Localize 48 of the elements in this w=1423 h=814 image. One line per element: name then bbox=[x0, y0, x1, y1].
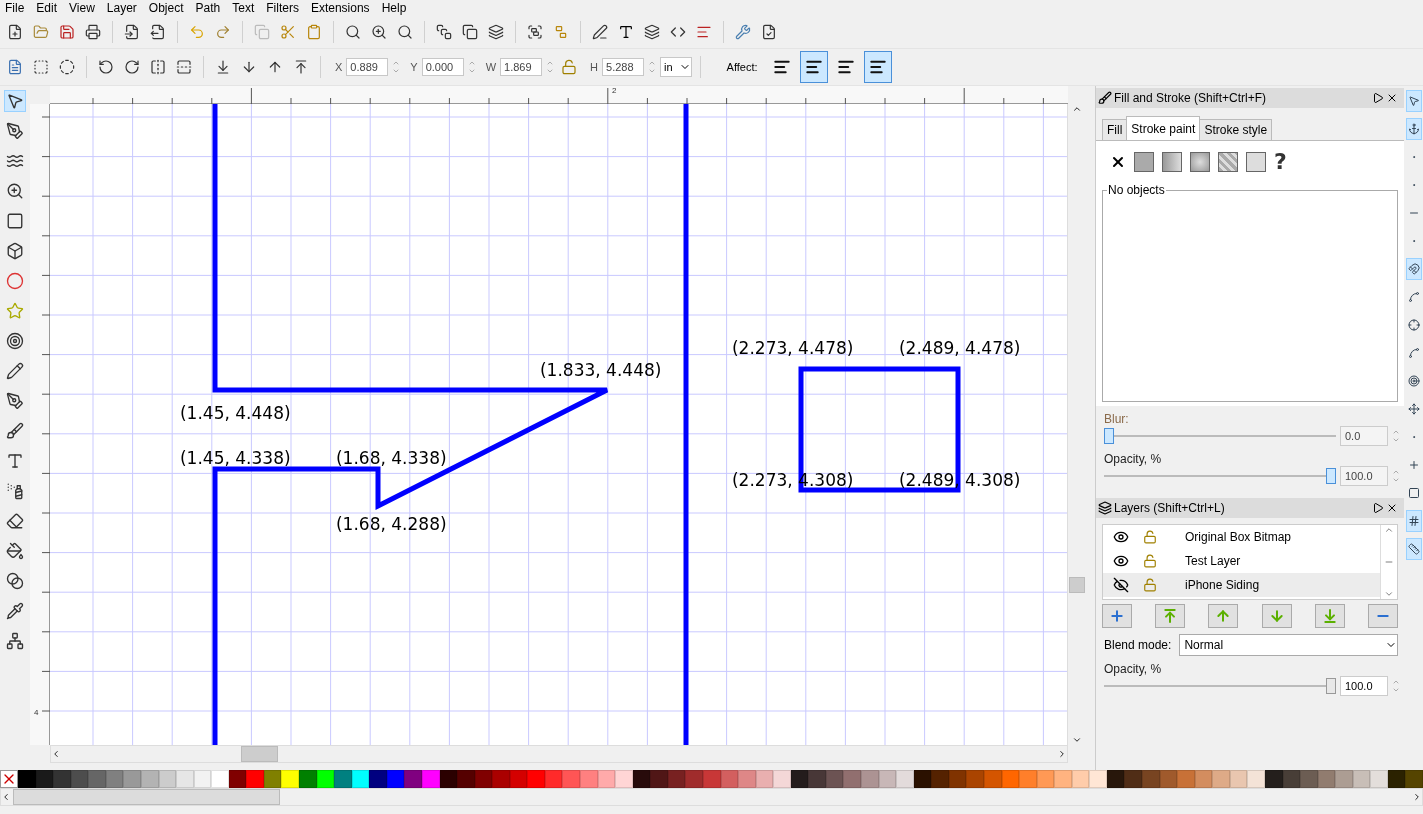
field-label: X bbox=[335, 61, 343, 73]
menu-item[interactable]: Edit bbox=[31, 0, 63, 15]
blend-label: Blend mode: bbox=[1104, 638, 1172, 652]
coordinate-label: (1.45, 4.338) bbox=[180, 448, 291, 468]
panel-title: Layers (Shift+Ctrl+L) bbox=[1114, 501, 1226, 515]
value-field[interactable]: 100.0 bbox=[1340, 676, 1388, 696]
coordinate-label: (1.68, 4.288) bbox=[336, 514, 447, 534]
tab[interactable]: Stroke style bbox=[1199, 119, 1273, 140]
menu-item[interactable]: File bbox=[0, 0, 30, 15]
menu-item[interactable]: Help bbox=[376, 0, 412, 15]
field-label: Y bbox=[410, 61, 418, 73]
layer-row[interactable]: iPhone Siding bbox=[1103, 573, 1380, 597]
layer-name: Test Layer bbox=[1185, 554, 1241, 568]
coordinate-label: (1.833, 4.448) bbox=[540, 360, 662, 380]
value-field[interactable]: 100.0 bbox=[1340, 466, 1388, 486]
menu-item[interactable]: Path bbox=[190, 0, 226, 15]
coordinate-label: (2.489, 4.478) bbox=[899, 338, 1021, 358]
panel-title: Fill and Stroke (Shift+Ctrl+F) bbox=[1114, 91, 1268, 105]
affect-label: Affect: bbox=[726, 61, 758, 73]
ruler-number: 2 bbox=[612, 86, 617, 95]
coordinate-label: (1.45, 4.448) bbox=[180, 403, 291, 423]
field-label: W bbox=[485, 61, 497, 73]
unset-glyph[interactable]: ? bbox=[1274, 149, 1287, 174]
menu-item[interactable]: Object bbox=[143, 0, 189, 15]
menu-item[interactable]: Text bbox=[227, 0, 260, 15]
blur-label: Blur: bbox=[1103, 411, 1130, 426]
opacity-label: Opacity, % bbox=[1103, 451, 1163, 466]
menu-item[interactable]: Layer bbox=[101, 0, 142, 15]
tab[interactable]: Stroke paint bbox=[1126, 116, 1201, 140]
coordinate-field[interactable]: 1.869 bbox=[500, 58, 543, 76]
menu-item[interactable]: View bbox=[64, 0, 100, 15]
field-label: H bbox=[590, 61, 599, 73]
coordinate-field[interactable]: 0.000 bbox=[421, 58, 464, 76]
menu-item[interactable]: Filters bbox=[261, 0, 304, 15]
blend-dropdown[interactable]: Normal bbox=[1179, 634, 1398, 656]
layer-name: iPhone Siding bbox=[1185, 578, 1260, 592]
menu-item[interactable]: Extensions bbox=[305, 0, 375, 15]
frame-label: No objects bbox=[1107, 183, 1166, 197]
coordinate-label: (1.68, 4.338) bbox=[336, 448, 447, 468]
value-field[interactable]: 0.0 bbox=[1340, 426, 1388, 446]
layer-name: Original Box Bitmap bbox=[1185, 530, 1292, 544]
ruler-number: 4 bbox=[34, 708, 39, 717]
coordinate-field[interactable]: 5.288 bbox=[602, 58, 645, 76]
coordinate-field[interactable]: 0.889 bbox=[346, 58, 389, 76]
tab[interactable]: Fill bbox=[1102, 119, 1128, 140]
opacity-label: Opacity, % bbox=[1103, 661, 1163, 676]
coordinate-label: (2.273, 4.478) bbox=[732, 338, 854, 358]
unit-dropdown[interactable]: in bbox=[660, 57, 692, 77]
